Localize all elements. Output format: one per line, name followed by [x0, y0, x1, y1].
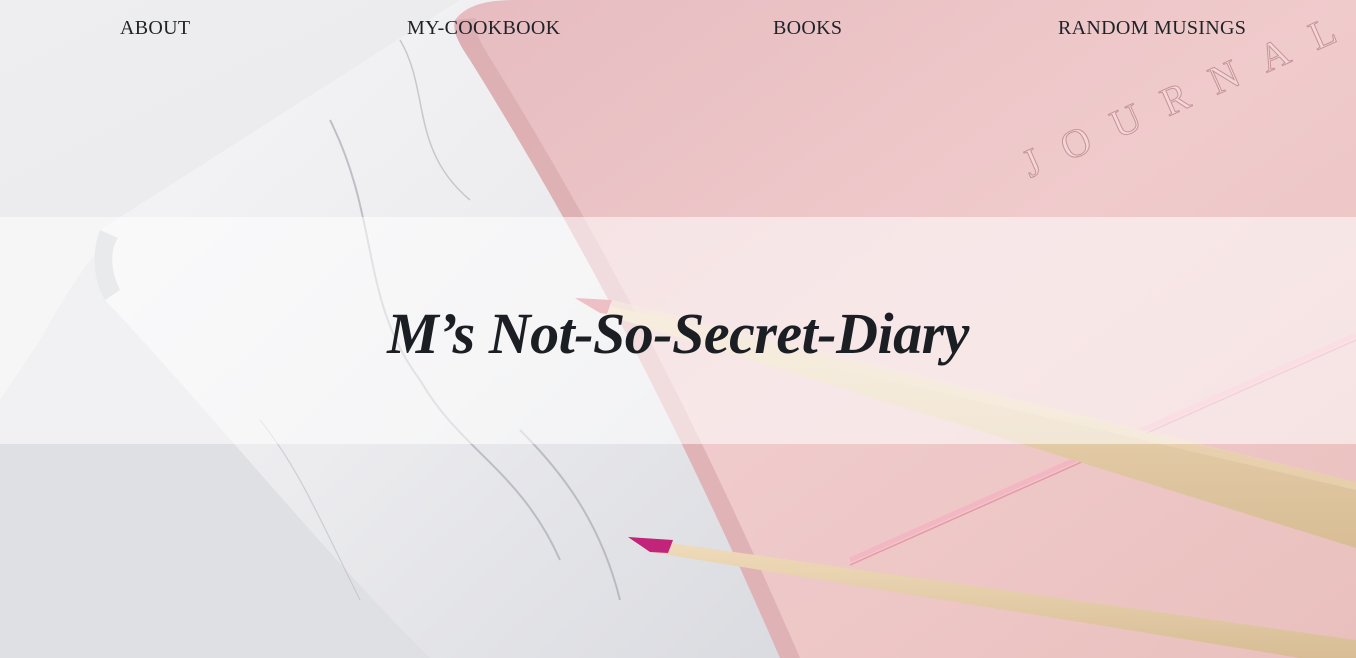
nav-link-random-musings[interactable]: RANDOM MUSINGS: [1058, 17, 1246, 40]
nav-link-books[interactable]: BOOKS: [773, 17, 842, 40]
site-title: M’s Not-So-Secret-Diary: [387, 301, 969, 366]
nav-link-my-cookbook[interactable]: MY-COOKBOOK: [407, 17, 560, 40]
nav-link-about[interactable]: ABOUT: [120, 17, 190, 40]
top-nav: ABOUT MY-COOKBOOK BOOKS RANDOM MUSINGS: [0, 0, 1356, 60]
